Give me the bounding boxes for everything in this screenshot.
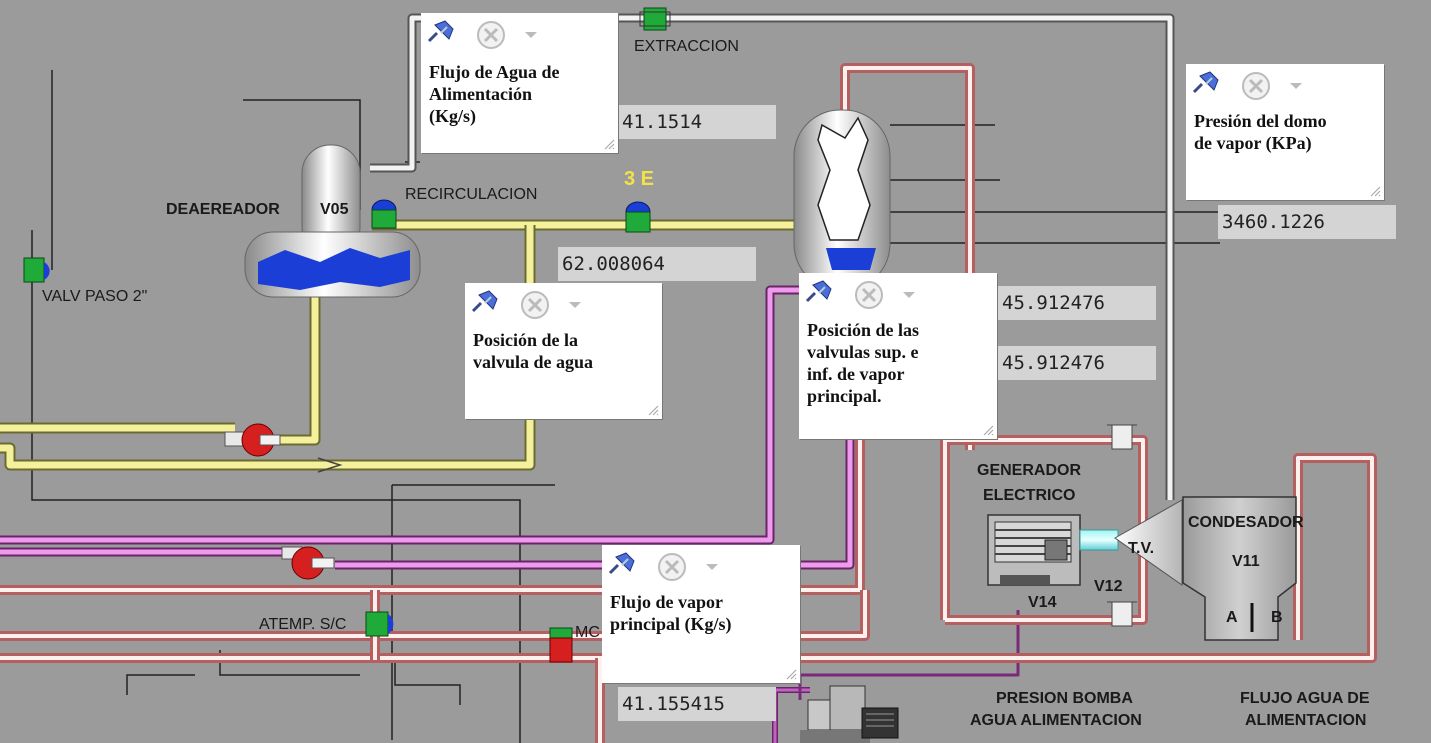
pushpin-icon [805, 280, 832, 303]
note-presion-domo[interactable]: Presión del domo de vapor (KPa) [1186, 64, 1384, 200]
label-3e: 3 E [624, 168, 655, 190]
value-valvula-sup: 45.912476 [998, 286, 1156, 320]
label-mc: MC [575, 624, 600, 641]
label-b: B [1271, 609, 1283, 626]
note-text: Flujo de Agua de Alimentación (Kg/s) [429, 62, 560, 126]
close-icon [477, 21, 505, 49]
note-posicion-valvula-agua[interactable]: Posición de la valvula de agua [465, 283, 662, 419]
dropdown-arrow-icon [525, 32, 537, 38]
dropdown-arrow-icon [1290, 83, 1302, 89]
label-extraccion: EXTRACCION [634, 38, 739, 55]
label-v14: V14 [1028, 594, 1057, 611]
value-flujo-vapor: 41.155415 [618, 687, 776, 721]
note-toolbar [471, 290, 581, 319]
pushpin-icon [608, 552, 635, 575]
value-presion-domo: 3460.1226 [1218, 205, 1396, 239]
label-generador-1: GENERADOR [977, 462, 1082, 479]
dropdown-arrow-icon [569, 302, 581, 308]
note-toolbar [608, 552, 718, 581]
steam-drum [793, 109, 891, 291]
resize-grip-icon[interactable] [1369, 185, 1381, 197]
label-v12: V12 [1094, 578, 1123, 595]
label-condensador: CONDESADOR [1188, 514, 1304, 531]
label-flujo-agua-2: ALIMENTACION [1245, 712, 1367, 729]
dropdown-arrow-icon [903, 292, 915, 298]
label-generador-2: ELECTRICO [983, 487, 1076, 504]
label-presion-bomba-1: PRESION BOMBA [996, 690, 1133, 707]
valve-extraccion-icon [639, 7, 671, 31]
small-pump-icon [800, 685, 899, 743]
label-valv-paso: VALV PASO 2" [42, 288, 148, 305]
valve-v05-icon [371, 199, 397, 229]
note-text: Posición de la valvula de agua [473, 330, 594, 372]
label-v05: V05 [320, 201, 349, 218]
note-flujo-agua[interactable]: Flujo de Agua de Alimentación (Kg/s) [421, 13, 618, 153]
note-posicion-valvulas-vapor[interactable]: Posición de las valvulas sup. e inf. de … [799, 273, 997, 439]
resize-grip-icon[interactable] [785, 668, 797, 680]
value-valvula-inf: 45.912476 [998, 346, 1156, 380]
label-tv: T.V. [1128, 540, 1155, 557]
note-toolbar [805, 280, 915, 309]
note-toolbar [1192, 71, 1302, 100]
resize-grip-icon[interactable] [982, 424, 994, 436]
valve-mc-icon [549, 627, 573, 663]
label-v11: V11 [1232, 553, 1260, 570]
label-deaereador: DEAEREADOR [166, 201, 280, 218]
valve-paso-icon [23, 257, 50, 283]
note-text: Flujo de vapor principal (Kg/s) [610, 592, 732, 634]
resize-grip-icon[interactable] [647, 404, 659, 416]
valve-v12-icon [1107, 601, 1137, 627]
dropdown-arrow-icon [706, 564, 718, 570]
note-text: Presión del domo de vapor (KPa) [1194, 111, 1327, 153]
label-atemp: ATEMP. S/C [259, 616, 347, 633]
value-flujo-agua: 41.1514 [618, 105, 776, 139]
pushpin-icon [471, 290, 498, 313]
turbine-shaft [1079, 529, 1119, 551]
note-flujo-vapor[interactable]: Flujo de vapor principal (Kg/s) [602, 545, 800, 683]
pushpin-icon [427, 20, 454, 43]
label-presion-bomba-2: AGUA ALIMENTACION [970, 712, 1142, 729]
resize-grip-icon[interactable] [603, 138, 615, 150]
valve-atemp-icon [365, 611, 394, 637]
close-icon [1242, 72, 1270, 100]
valve-upper-icon [1107, 424, 1137, 450]
steam-pump-icon [281, 546, 335, 580]
note-text: Posición de las valvulas sup. e inf. de … [807, 320, 920, 406]
label-recirculacion: RECIRCULACION [405, 186, 538, 203]
valve-3e-icon [625, 201, 651, 233]
label-a: A [1226, 609, 1238, 626]
note-toolbar [427, 20, 537, 49]
value-posicion-valvula-agua: 62.008064 [558, 247, 756, 281]
close-icon [521, 291, 549, 319]
electric-generator [987, 514, 1081, 586]
close-icon [855, 281, 883, 309]
pushpin-icon [1192, 71, 1219, 94]
label-flujo-agua-1: FLUJO AGUA DE [1240, 690, 1370, 707]
close-icon [658, 553, 686, 581]
